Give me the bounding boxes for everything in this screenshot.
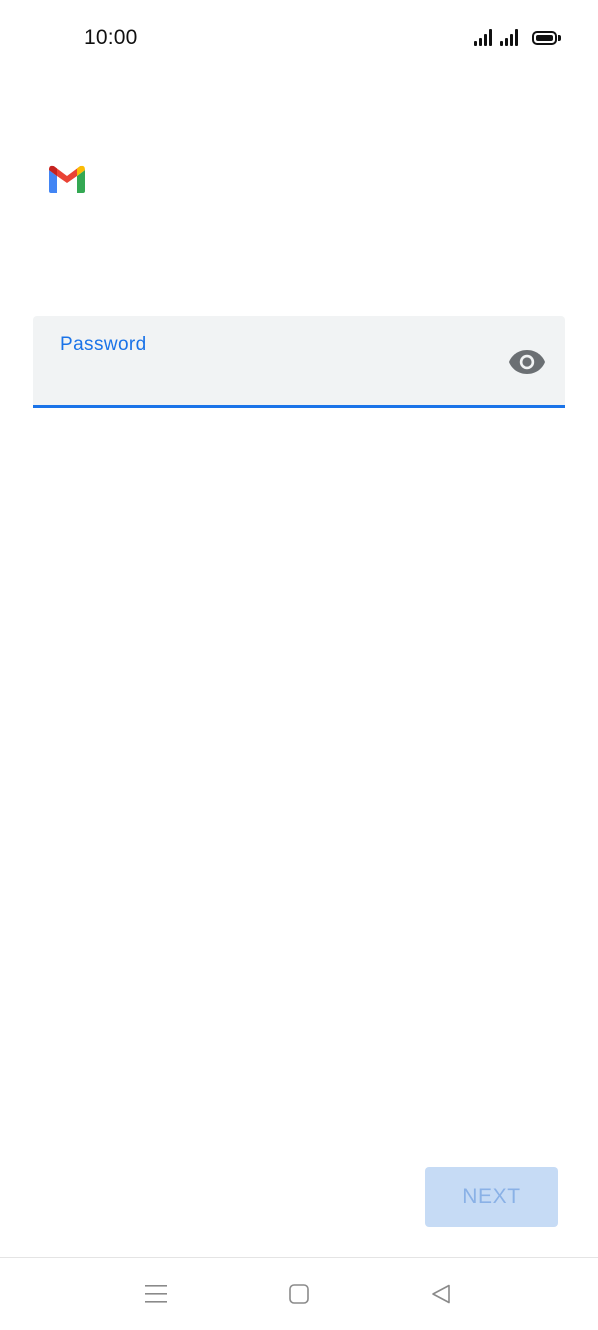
menu-icon: [145, 1285, 167, 1303]
home-icon: [289, 1284, 309, 1304]
gmail-logo: [48, 164, 86, 194]
nav-back-button[interactable]: [421, 1278, 461, 1310]
battery-icon: [532, 31, 561, 45]
signal-icon: [500, 28, 518, 46]
field-underline: [33, 405, 565, 408]
password-field[interactable]: Password: [33, 316, 565, 408]
back-icon: [432, 1284, 450, 1304]
signal-icon: [474, 28, 492, 46]
next-button[interactable]: NEXT: [425, 1167, 558, 1227]
nav-bar: [0, 1258, 598, 1330]
status-bar: 10:00: [0, 0, 598, 76]
password-label: Password: [60, 334, 147, 355]
password-input[interactable]: [60, 366, 500, 396]
show-password-button[interactable]: [507, 346, 547, 378]
nav-menu-button[interactable]: [136, 1278, 176, 1310]
status-time: 10:00: [84, 26, 138, 49]
status-icons: [474, 28, 561, 46]
nav-home-button[interactable]: [279, 1278, 319, 1310]
eye-icon: [509, 350, 545, 374]
